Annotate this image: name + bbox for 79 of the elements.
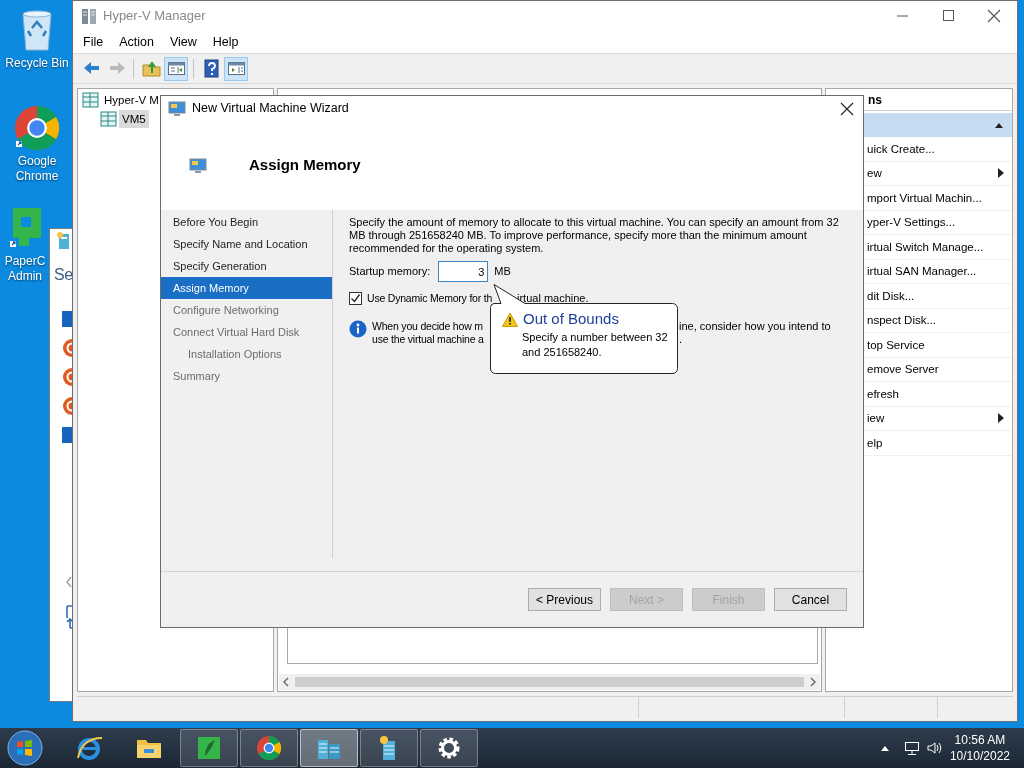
command-link[interactable]: irtual Switch Manage... [867,234,984,259]
folder-icon [141,59,161,78]
command-link[interactable]: emove Server [867,357,939,382]
close-button[interactable] [985,8,1003,24]
server-icon [82,92,99,108]
wizard-step[interactable]: Before You Begin [161,211,332,233]
horizontal-scrollbar[interactable] [279,674,820,690]
scroll-left-icon[interactable] [64,575,74,589]
taskbar-button[interactable] [360,729,418,767]
monitor-icon [168,100,186,117]
menu-item[interactable]: Action [111,31,162,53]
collapse-icon[interactable] [994,121,1004,129]
browser-icon[interactable] [13,104,61,152]
tile-icon [62,425,73,445]
checkbox-label: Use Dynamic Memory for th [367,292,493,305]
server-icon [81,7,97,25]
info-text: ine, consider how you intend to [679,320,831,333]
description-text: Specify the amount of memory to allocate to this virtual machine. You can specify an amount from 32 MB through 251658240 MB. To improve performance, specify more than the minimum amount recommended for the operating system. [349,216,840,255]
command-link[interactable]: yper-V Settings... [867,210,956,235]
wizard-button[interactable]: < Previous [528,588,601,611]
toolbar-button[interactable] [224,56,248,81]
info-icon [349,320,367,338]
toolbar-button[interactable] [164,56,188,81]
icon-label: Google Chrome [15,154,59,184]
command-link[interactable]: top Service [867,332,925,357]
help-icon [201,59,221,78]
server-icon [100,111,117,127]
menu-item[interactable]: View [161,31,205,53]
command-link[interactable]: ew [867,161,882,186]
command-link[interactable]: mport Virtual Machin... [867,185,982,210]
browser-icon [75,734,103,762]
command-link[interactable]: uick Create... [867,136,935,161]
console-tree-icon [166,59,186,78]
memory-field[interactable]: 3 [438,261,489,282]
info-text: When you decide how m [372,320,483,333]
wizard-step[interactable]: Specify Generation [161,255,332,277]
warning-icon [502,311,518,327]
network-icon[interactable] [903,740,920,756]
command-link[interactable]: iew [867,406,885,431]
command-link[interactable]: nspect Disk... [867,308,937,333]
action-pane-icon [226,59,246,78]
wizard-step[interactable]: Assign Memory [161,277,332,299]
taskbar-button[interactable] [420,729,478,767]
browser-icon [255,734,283,762]
app-icon [195,734,223,762]
taskbar-button[interactable] [240,729,298,767]
tree-item[interactable]: VM5 [119,110,149,128]
command-link[interactable]: elp [867,430,883,455]
menu-item[interactable]: File [75,31,112,53]
balloon-title: Out of Bounds [523,310,619,328]
clock-time[interactable]: 10:56 AM [949,732,1010,748]
window-title: Hyper-V Manager [103,7,206,26]
app-icon [57,232,71,250]
command-link[interactable]: irtual SAN Manager... [867,259,977,284]
icon-label: PaperC Admin [4,254,46,284]
clock-date[interactable]: 10/10/2022 [949,748,1010,764]
scrollbar-thumb[interactable] [295,677,804,687]
window-heading: Se [54,265,73,285]
page-heading: Assign Memory [249,155,361,176]
monitor-icon [189,157,207,174]
command-link[interactable]: dit Disk... [867,283,915,308]
start-button[interactable] [4,729,46,767]
command-link[interactable]: efresh [867,381,899,406]
show-hidden-icons-icon[interactable] [879,744,890,752]
balloon-message: Specify a number between 32 and 251658240. [522,330,669,360]
wizard-step[interactable]: Specify Name and Location [161,233,332,255]
unit-label: MB [494,265,511,278]
icon-label: Recycle Bin [5,56,69,71]
menu-item[interactable]: Help [204,31,247,53]
field-label: Startup memory: [349,265,431,278]
dialog-title: New Virtual Machine Wizard [192,100,349,118]
info-text: use the virtual machine a [372,333,484,346]
close-button[interactable] [840,101,854,116]
volume-icon[interactable] [925,740,942,756]
tree-item[interactable]: Hyper-V M [101,91,162,109]
wizard-button[interactable]: Cancel [774,588,847,611]
tile-icon [62,309,73,329]
checkbox[interactable] [349,292,362,305]
info-text: . [679,333,683,346]
